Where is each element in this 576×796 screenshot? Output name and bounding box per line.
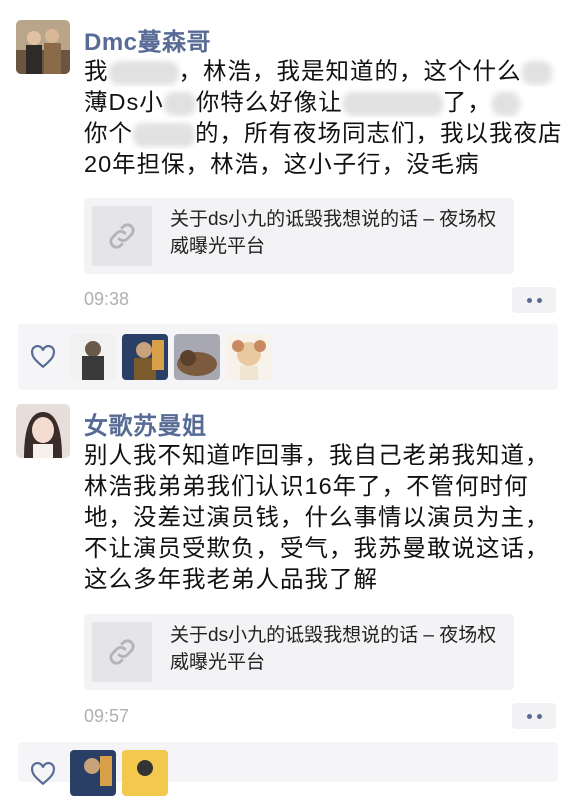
text-line: 林浩我弟弟我们认识16年了，不管何时何 xyxy=(84,473,529,499)
liker-avatar[interactable] xyxy=(174,334,220,380)
text-line: 你个 的，所有夜场同志们，我以我夜店 xyxy=(84,120,563,147)
link-icon xyxy=(109,223,135,249)
link-thumbnail xyxy=(92,206,152,266)
author-avatar[interactable] xyxy=(16,20,70,74)
text-line: 这么多年我老弟人品我了解 xyxy=(84,566,378,592)
link-title: 关于ds小九的诋毁我想说的话 – 夜场权威曝光平台 xyxy=(170,209,497,257)
more-dots-icon xyxy=(536,297,542,303)
post-text: 我，林浩，我是知道的，这个什么 薄Ds小 你特么好像让 了， 你个 的，所有夜场同志们… xyxy=(84,56,568,180)
redacted-area xyxy=(133,122,195,147)
moment-post-1: Dmc蔓森哥 我，林浩，我是知道的，这个什么 薄Ds小 你特么好像让 了， 你个 的，… xyxy=(0,0,576,320)
likes-bar xyxy=(18,324,558,390)
post-text: 别人我不知道咋回事，我自己老弟我知道， 林浩我弟弟我们认识16年了，不管何时何 … xyxy=(84,440,568,595)
heart-icon[interactable] xyxy=(30,762,56,786)
liker-avatar[interactable] xyxy=(70,750,116,796)
author-name[interactable]: 女歌苏曼姐 xyxy=(84,406,207,441)
text-line: 别人我不知道咋回事，我自己老弟我知道， xyxy=(84,442,550,468)
more-options-button[interactable] xyxy=(512,703,556,729)
more-dots-icon xyxy=(526,297,532,303)
link-title: 关于ds小九的诋毁我想说的话 – 夜场权威曝光平台 xyxy=(170,625,497,673)
shared-link-card[interactable]: 关于ds小九的诋毁我想说的话 – 夜场权威曝光平台 xyxy=(84,614,514,690)
moment-post-2: 女歌苏曼姐 别人我不知道咋回事，我自己老弟我知道， 林浩我弟弟我们认识16年了，… xyxy=(0,392,576,732)
more-options-button[interactable] xyxy=(512,287,556,313)
redacted-area xyxy=(108,60,179,85)
likes-bar xyxy=(18,742,558,796)
author-avatar[interactable] xyxy=(16,404,70,458)
liker-avatar[interactable] xyxy=(122,334,168,380)
text-line: 地，没差过演员钱，什么事情以演员为主， xyxy=(84,504,550,530)
redacted-area xyxy=(521,60,552,85)
redacted-area xyxy=(342,91,443,116)
author-name[interactable]: Dmc蔓森哥 xyxy=(84,22,211,57)
liker-avatar[interactable] xyxy=(70,334,116,380)
post-time: 09:57 xyxy=(84,706,130,726)
liker-avatar[interactable] xyxy=(226,334,272,380)
more-dots-icon xyxy=(536,713,542,719)
redacted-area xyxy=(491,91,520,116)
shared-link-card[interactable]: 关于ds小九的诋毁我想说的话 – 夜场权威曝光平台 xyxy=(84,198,514,274)
text-line: 20年担保，林浩，这小子行，没毛病 xyxy=(84,151,480,177)
post-time: 09:38 xyxy=(84,289,130,309)
redacted-area xyxy=(163,91,196,116)
liker-avatar[interactable] xyxy=(122,750,168,796)
link-thumbnail xyxy=(92,622,152,682)
text-line: 我，林浩，我是知道的，这个什么 xyxy=(84,56,568,87)
text-line: 不让演员受欺负，受气，我苏曼敢说这话， xyxy=(84,535,550,561)
heart-icon[interactable] xyxy=(30,345,56,369)
more-dots-icon xyxy=(526,713,532,719)
link-icon xyxy=(109,639,135,665)
text-line: 薄Ds小 你特么好像让 了， xyxy=(84,87,568,118)
